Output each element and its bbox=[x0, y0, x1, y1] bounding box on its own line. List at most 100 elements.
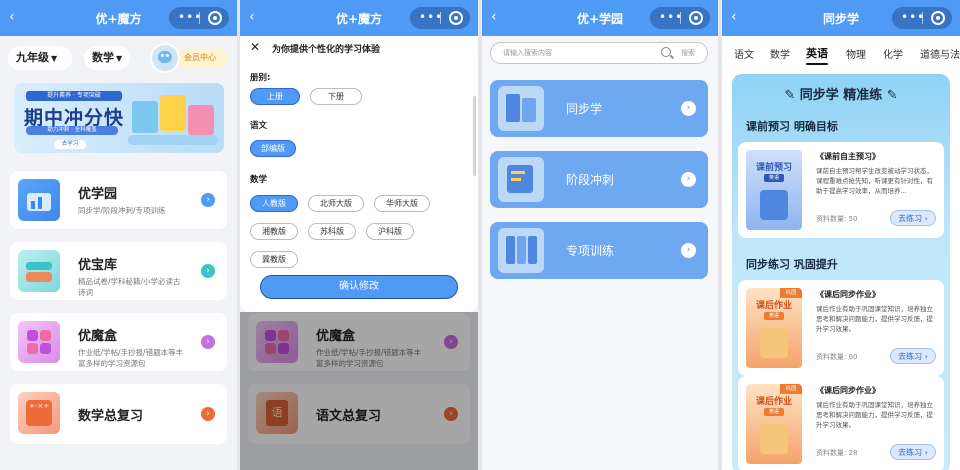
cover-title: 课前预习 bbox=[755, 163, 792, 173]
module-card-youbaoku[interactable]: 优宝库 精品试卷/学科秘籍/小学必读古诗词 › bbox=[10, 242, 227, 300]
close-program-icon[interactable] bbox=[931, 11, 945, 25]
math-edition-xiangjiao[interactable]: 湘教版 bbox=[250, 223, 298, 240]
capsule-divider bbox=[199, 12, 200, 24]
math-edition-jijiao[interactable]: 冀教版 bbox=[250, 251, 298, 268]
treasure-chest-icon bbox=[18, 250, 60, 292]
resource-desc: 课前自主预习帮学生改变被动学习状态，课程重难点抢先知，听课更有针对性，有助于提高… bbox=[816, 167, 933, 195]
card-desc: 作业纸/学帖/手抄报/错题本等丰富多样的学习资源包 bbox=[78, 348, 184, 368]
avatar[interactable] bbox=[150, 43, 180, 73]
nav-bar: ‹ 优+学园 ••• bbox=[482, 0, 718, 36]
chinese-edition-bubian[interactable]: 部编版 bbox=[250, 140, 296, 157]
module-card-youxueyuan[interactable]: 优学园 同步学/阶段冲刺/专项训练 › bbox=[10, 171, 227, 229]
confirm-button[interactable]: 确认修改 bbox=[260, 275, 458, 299]
chevron-right-icon[interactable]: › bbox=[201, 193, 215, 207]
calculator-icon: +-×÷ bbox=[18, 392, 60, 434]
close-icon[interactable]: ✕ bbox=[250, 40, 260, 54]
volume-option-upper[interactable]: 上册 bbox=[250, 88, 300, 105]
practice-button[interactable]: 去练习 › bbox=[890, 348, 936, 364]
chevron-right-icon[interactable]: › bbox=[201, 407, 215, 421]
tab-chinese[interactable]: 语文 bbox=[734, 46, 754, 61]
subject-selector[interactable]: 数学 ▼ bbox=[84, 46, 130, 70]
module-special-training[interactable]: 专项训练 › bbox=[490, 222, 708, 279]
subject-value: 数学 bbox=[92, 51, 114, 64]
module-card-math-review[interactable]: +-×÷ 数学总复习 › bbox=[10, 384, 227, 444]
nav-bar: ‹ 同步学 ••• bbox=[722, 0, 960, 36]
practice-button[interactable]: 去练习 › bbox=[890, 210, 936, 226]
resource-card[interactable]: 课前预习 英语 《课前自主预习》 课前自主预习帮学生改变被动学习状态，课程重难点… bbox=[738, 142, 944, 238]
books-icon bbox=[498, 86, 544, 131]
math-edition-renjiao[interactable]: 人教版 bbox=[250, 195, 298, 212]
sheet-title: 为你提供个性化的学习体验 bbox=[272, 45, 381, 55]
close-program-icon[interactable] bbox=[208, 11, 222, 25]
math-label: 数学 bbox=[250, 175, 268, 185]
edition-sheet: ✕ 为你提供个性化的学习体验 册别: 上册 下册 语文 部编版 数学 人教版 北… bbox=[240, 36, 478, 312]
tab-english[interactable]: 英语 bbox=[806, 45, 828, 65]
sync-study-screen: ‹ 同步学 ••• 语文 数学 英语 物理 化学 道德与法 ✎ 同步学 精准练 … bbox=[722, 0, 960, 470]
mini-program-capsule: ••• bbox=[410, 7, 470, 29]
card-title: 优学园 bbox=[78, 187, 118, 202]
tab-morality-law[interactable]: 道德与法 bbox=[920, 46, 960, 61]
search-icon bbox=[661, 47, 671, 57]
vip-center-button[interactable]: 会员中心 bbox=[172, 49, 228, 67]
resource-card[interactable]: 巩固 课后作业 英语 《课后同步作业》 课后作业有助于巩固课堂知识，培养独立思考… bbox=[738, 376, 944, 470]
resource-cover: 巩固 课后作业 英语 bbox=[746, 288, 802, 368]
module-card-youmohe[interactable]: 优魔盒 作业纸/学帖/手抄报/错题本等丰富多样的学习资源包 › bbox=[10, 313, 227, 371]
scrollbar[interactable] bbox=[473, 96, 476, 176]
module-title: 同步学 bbox=[566, 102, 603, 116]
chevron-right-icon[interactable]: › bbox=[681, 101, 696, 116]
notebook-icon bbox=[498, 157, 544, 202]
search-bar[interactable]: 请输入搜索内容 搜索 bbox=[490, 42, 708, 64]
volume-option-lower[interactable]: 下册 bbox=[310, 88, 362, 105]
resource-desc: 课后作业有助于巩固课堂知识，培养独立思考和解决问题能力，提供学习反馈，提升学习效… bbox=[816, 401, 933, 429]
module-sync-study[interactable]: 同步学 › bbox=[490, 80, 708, 137]
caret-down-icon: ▼ bbox=[116, 54, 123, 63]
math-edition-beishida[interactable]: 北师大版 bbox=[308, 195, 364, 212]
capsule-divider bbox=[680, 12, 681, 24]
resource-count: 资料数量: 50 bbox=[816, 215, 858, 223]
card-title: 优魔盒 bbox=[78, 329, 118, 344]
chinese-label: 语文 bbox=[250, 121, 268, 131]
module-stage-sprint[interactable]: 阶段冲刺 › bbox=[490, 151, 708, 208]
math-edition-huashida[interactable]: 华师大版 bbox=[374, 195, 430, 212]
tab-physics[interactable]: 物理 bbox=[846, 46, 866, 61]
banner-subtitle: 助力冲刺 · 全科覆盖 bbox=[26, 126, 118, 135]
cover-badge: 巩固 bbox=[780, 288, 802, 298]
section-headline: ✎ 同步学 精准练 ✎ bbox=[784, 88, 898, 103]
nav-bar: ‹ 优+魔方 ••• bbox=[240, 0, 478, 36]
modal-overlay[interactable] bbox=[240, 312, 478, 470]
resource-card[interactable]: 巩固 课后作业 英语 《课后同步作业》 课后作业有助于巩固课堂知识，培养独立思考… bbox=[738, 280, 944, 376]
practice-button[interactable]: 去练习 › bbox=[890, 444, 936, 460]
banner-cta[interactable]: 去学习 bbox=[54, 140, 86, 149]
mini-program-capsule: ••• bbox=[892, 7, 952, 29]
chart-board-icon bbox=[18, 179, 60, 221]
tab-math[interactable]: 数学 bbox=[770, 46, 790, 61]
home-screen: ‹ 优+魔方 ••• 九年级 ▼ 数学 ▼ 会员中心 提升素养 · 专项突破 期中冲… bbox=[0, 0, 237, 470]
edition-filter-screen: ‹ 优+魔方 ••• 优魔盒 作业纸/学帖/手抄报/错题本等丰富多样的学习资源包… bbox=[240, 0, 478, 470]
resource-count: 资料数量: 28 bbox=[816, 449, 858, 457]
section-title-preview: 课前预习 明确目标 bbox=[746, 120, 838, 133]
math-edition-huke[interactable]: 沪科版 bbox=[366, 223, 414, 240]
grade-selector[interactable]: 九年级 ▼ bbox=[8, 46, 72, 70]
card-desc: 同步学/阶段冲刺/专项训练 bbox=[78, 206, 166, 215]
resource-desc: 课后作业有助于巩固课堂知识，培养独立思考和解决问题能力，提供学习反馈，提升学习效… bbox=[816, 305, 933, 333]
math-edition-suke[interactable]: 苏科版 bbox=[308, 223, 356, 240]
close-program-icon[interactable] bbox=[449, 11, 463, 25]
chevron-right-icon[interactable]: › bbox=[681, 172, 696, 187]
cover-subject: 英语 bbox=[764, 312, 784, 320]
subject-tabs: 语文 数学 英语 物理 化学 道德与法 bbox=[722, 36, 960, 70]
chevron-right-icon[interactable]: › bbox=[201, 335, 215, 349]
resource-title: 《课前自主预习》 bbox=[816, 152, 880, 161]
promo-banner[interactable]: 提升素养 · 专项突破 期中冲分快 助力冲刺 · 全科覆盖 去学习 bbox=[14, 83, 224, 153]
chevron-right-icon[interactable]: › bbox=[201, 264, 215, 278]
mini-program-capsule: ••• bbox=[169, 7, 229, 29]
tab-chemistry[interactable]: 化学 bbox=[883, 46, 903, 61]
chevron-right-icon[interactable]: › bbox=[681, 243, 696, 258]
close-program-icon[interactable] bbox=[689, 11, 703, 25]
stage-illustration bbox=[128, 135, 218, 145]
screenshot-collage: ‹ 优+魔方 ••• 九年级 ▼ 数学 ▼ 会员中心 提升素养 · 专项突破 期中冲… bbox=[0, 0, 960, 470]
nav-bar: ‹ 优+魔方 ••• bbox=[0, 0, 237, 36]
bear-icon bbox=[158, 51, 172, 63]
search-button[interactable]: 搜索 bbox=[681, 48, 695, 58]
search-input[interactable]: 请输入搜索内容 bbox=[503, 48, 552, 58]
module-title: 阶段冲刺 bbox=[566, 173, 615, 187]
